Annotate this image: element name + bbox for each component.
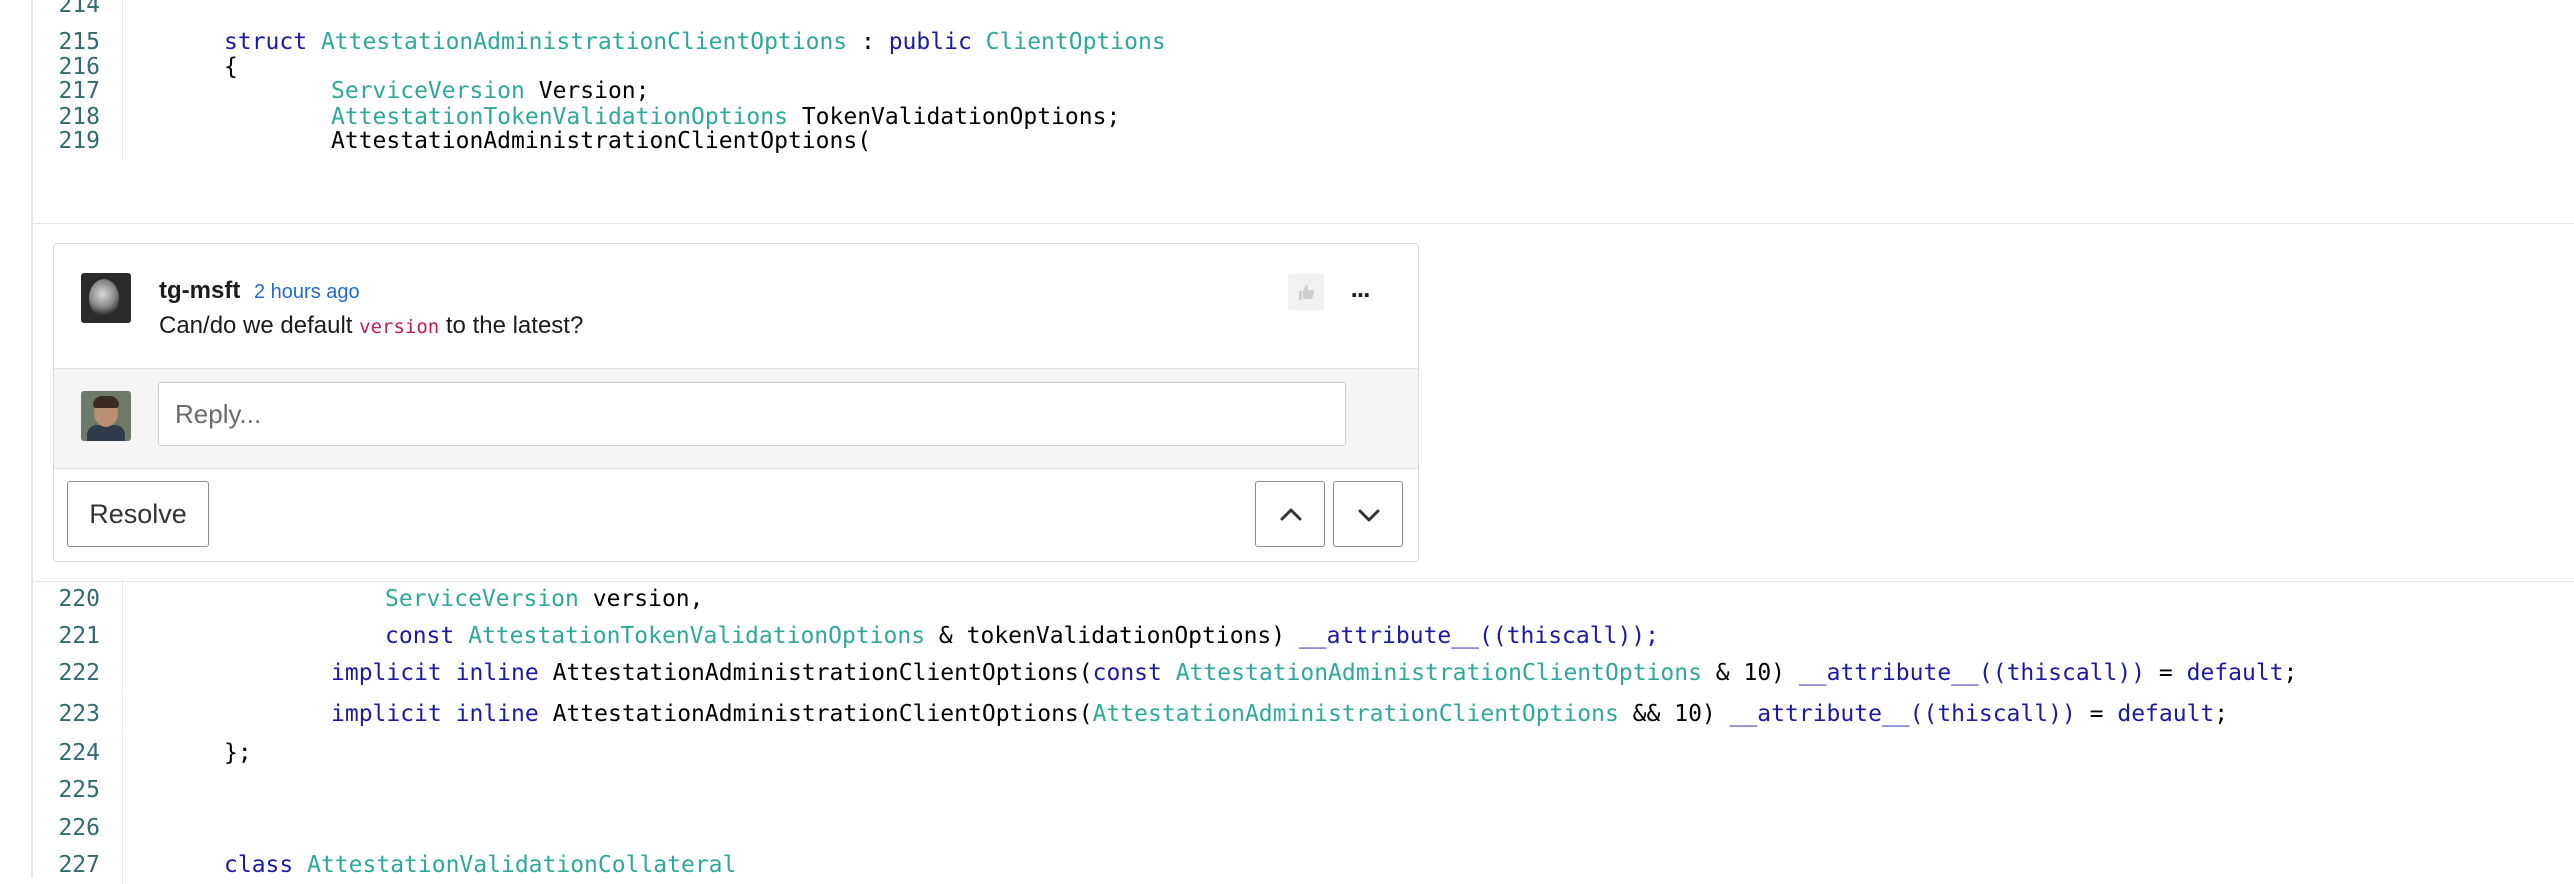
reply-input[interactable] <box>158 382 1346 446</box>
code-line: 220 ServiceVersion version, <box>34 580 2574 618</box>
code-line: 226 <box>34 809 2574 847</box>
code-token: class <box>224 852 294 878</box>
code-token: inline <box>455 701 539 727</box>
current-user-avatar-hair <box>93 396 119 408</box>
line-number-separator <box>122 695 123 733</box>
thread-actions: Resolve <box>54 468 1418 561</box>
code-token: & 10) <box>1701 660 1799 686</box>
code-line: 225 <box>34 771 2574 809</box>
code-token: default <box>2117 701 2215 727</box>
line-number-separator <box>122 734 123 772</box>
code-token: AttestationTokenValidationOptions <box>468 623 926 649</box>
line-number[interactable]: 225 <box>34 771 100 809</box>
line-number-separator <box>122 0 123 24</box>
line-number-separator <box>122 580 123 618</box>
line-number[interactable]: 219 <box>34 122 100 160</box>
line-number[interactable]: 220 <box>34 580 100 618</box>
code-line: 221 const AttestationTokenValidationOptio… <box>34 617 2574 655</box>
code-line: 223 implicit inline AttestationAdministra… <box>34 695 2574 733</box>
code-token: const <box>385 623 455 649</box>
line-number[interactable]: 221 <box>34 617 100 655</box>
code-token: AttestationValidationCollateral <box>307 852 737 878</box>
code-token: version, <box>578 586 704 612</box>
chevron-down-icon <box>1358 509 1380 522</box>
code-token: __attribute__((thiscall)) <box>1729 701 2076 727</box>
code-token: __attribute__((thiscall)) <box>1798 660 2146 686</box>
code-token: ; <box>2214 701 2229 727</box>
line-number-separator <box>122 654 123 692</box>
code-token: AttestationAdministrationClientOptions( <box>331 128 872 154</box>
code-text: class AttestationValidationCollateral <box>224 846 736 884</box>
code-text: implicit inline AttestationAdministratio… <box>331 695 2228 733</box>
line-number[interactable]: 226 <box>34 809 100 847</box>
commenter-avatar-face <box>89 279 119 317</box>
code-token: AttestationAdministrationClientOptions( <box>538 701 1093 727</box>
line-number[interactable]: 227 <box>34 846 100 884</box>
code-token: = <box>2145 660 2187 686</box>
comment-author[interactable]: tg-msft <box>159 277 240 305</box>
code-token: default <box>2186 660 2284 686</box>
code-token: __attribute__((thiscall)); <box>1298 623 1659 649</box>
code-token: ; <box>2283 660 2298 686</box>
comment: tg-msft 2 hours ago Can/do we default ve… <box>54 244 1418 368</box>
like-button[interactable] <box>1288 274 1324 310</box>
code-line: 219 AttestationAdministrationClientOption… <box>34 122 2574 160</box>
code-token: implicit <box>331 660 442 686</box>
comment-thread: tg-msft 2 hours ago Can/do we default ve… <box>53 243 1419 562</box>
code-token: implicit <box>331 701 442 727</box>
code-token: const <box>1092 660 1162 686</box>
thumbs-up-icon <box>1299 285 1314 300</box>
comment-inline-code: version <box>359 316 440 338</box>
code-token: }; <box>224 740 252 766</box>
current-user-avatar <box>81 391 131 441</box>
code-token: inline <box>455 660 539 686</box>
code-token: AttestationAdministrationClientOptions <box>1092 701 1619 727</box>
comment-text-after: to the latest? <box>439 312 584 339</box>
next-thread-button[interactable] <box>1333 481 1403 547</box>
code-token: ServiceVersion <box>385 586 579 612</box>
code-token: AttestationAdministrationClientOptions( <box>538 660 1093 686</box>
code-block-top: 214 215 struct AttestationAdministrationCl… <box>34 0 2574 223</box>
code-line: 227 class AttestationValidationCollateral <box>34 846 2574 884</box>
reply-area <box>54 368 1418 469</box>
code-token: = <box>2075 701 2118 727</box>
line-number[interactable]: 223 <box>34 695 100 733</box>
line-number-separator <box>122 771 123 809</box>
left-gutter-border <box>31 0 33 878</box>
resolve-button[interactable]: Resolve <box>67 481 209 547</box>
line-number[interactable]: 224 <box>34 734 100 772</box>
line-number-separator <box>122 809 123 847</box>
code-line: 222 implicit inline AttestationAdministra… <box>34 654 2574 692</box>
current-user-avatar-shirt <box>87 425 125 441</box>
code-token: AttestationAdministrationClientOptions <box>1175 660 1702 686</box>
code-line: 224}; <box>34 734 2574 772</box>
more-options-button[interactable]: ... <box>1340 272 1380 312</box>
line-number-separator <box>122 846 123 884</box>
code-text: const AttestationTokenValidationOptions … <box>385 617 1659 655</box>
code-token: && 10) <box>1618 701 1730 727</box>
previous-thread-button[interactable] <box>1255 481 1325 547</box>
code-block-bottom: 220 ServiceVersion version, 221 const Attes… <box>34 580 2574 884</box>
comment-text: Can/do we default version to the latest? <box>159 312 583 340</box>
line-number-separator <box>122 617 123 655</box>
code-text: implicit inline AttestationAdministratio… <box>331 654 2297 692</box>
comment-time[interactable]: 2 hours ago <box>254 281 360 304</box>
code-line: 214 <box>34 0 2574 24</box>
code-text: }; <box>224 734 252 772</box>
commenter-avatar <box>81 273 131 323</box>
code-text: ServiceVersion version, <box>385 580 704 618</box>
line-number[interactable]: 214 <box>34 0 100 24</box>
code-text: AttestationAdministrationClientOptions( <box>331 122 871 160</box>
chevron-up-icon <box>1280 508 1302 521</box>
line-number[interactable]: 222 <box>34 654 100 692</box>
line-number-separator <box>122 122 123 160</box>
code-token: & tokenValidationOptions) <box>925 623 1299 649</box>
comment-text-before: Can/do we default <box>159 312 360 339</box>
